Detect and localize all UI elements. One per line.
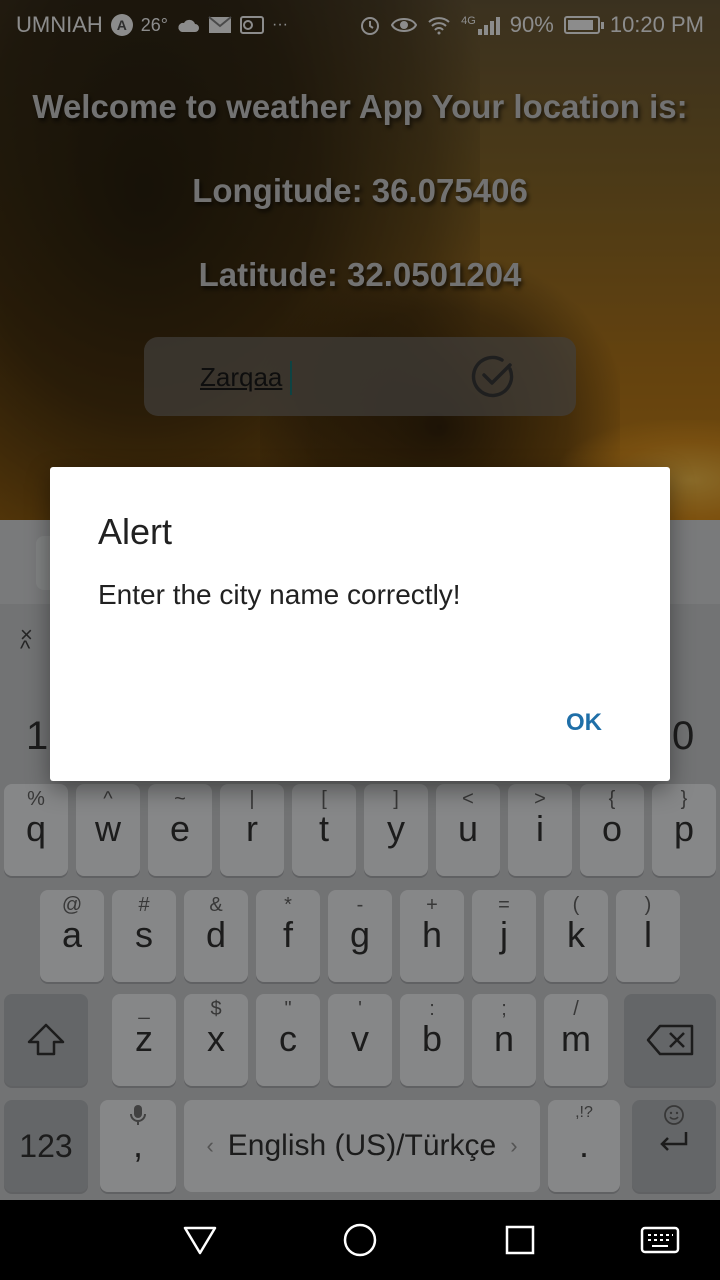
keyboard-switch-icon <box>640 1226 680 1254</box>
nav-recents-button[interactable] <box>500 1220 540 1260</box>
keyboard-switch-button[interactable] <box>640 1220 680 1260</box>
nav-recents-icon <box>505 1225 535 1255</box>
nav-home-button[interactable] <box>340 1220 380 1260</box>
nav-home-icon <box>343 1223 377 1257</box>
ok-button[interactable]: OK <box>566 709 602 737</box>
dialog-title: Alert <box>98 511 173 552</box>
navigation-bar <box>0 1200 720 1280</box>
alert-dialog: Alert Enter the city name correctly! OK <box>50 467 670 781</box>
nav-back-button[interactable] <box>180 1220 220 1260</box>
nav-back-icon <box>183 1226 217 1255</box>
dialog-message: Enter the city name correctly! <box>98 579 461 610</box>
